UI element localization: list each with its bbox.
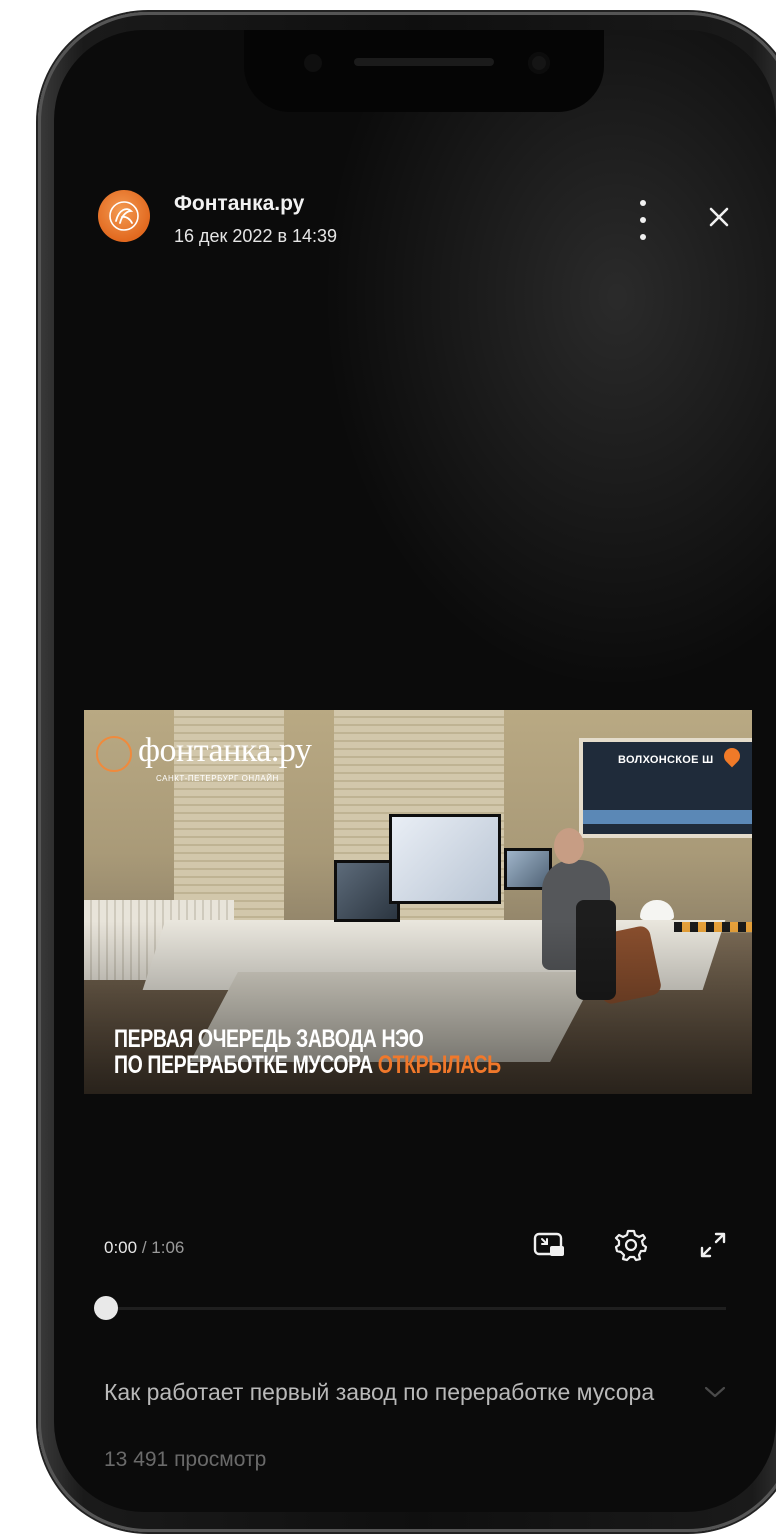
fontanka-logo-icon xyxy=(96,736,132,772)
more-vertical-icon[interactable] xyxy=(636,200,650,240)
video-player[interactable]: фонтанка.ру САНКТ-ПЕТЕРБУРГ ОНЛАЙН ВОЛХО… xyxy=(84,710,752,1094)
channel-name[interactable]: Фонтанка.ру xyxy=(174,192,304,216)
progress-bar[interactable] xyxy=(106,1307,726,1310)
duration: 1:06 xyxy=(151,1238,185,1257)
video-watermark-logo: фонтанка.ру xyxy=(96,732,312,772)
video-headline-accent: ОТКРЫЛАСЬ xyxy=(377,1051,501,1079)
video-logo-subtitle: САНКТ-ПЕТЕРБУРГ ОНЛАЙН xyxy=(156,774,279,783)
close-icon[interactable] xyxy=(704,202,734,232)
fontanka-logo-icon xyxy=(109,201,139,231)
time-separator: / xyxy=(137,1238,152,1257)
video-headline-line2: ПО ПЕРЕРАБОТКЕ МУСОРА ОТКРЫЛАСЬ xyxy=(114,1052,501,1078)
video-location-label: ВОЛХОНСКОЕ Ш xyxy=(618,754,714,766)
post-date: 16 дек 2022 в 14:39 xyxy=(174,226,338,246)
video-scene-operator-head xyxy=(554,828,584,864)
video-headline: ПЕРВАЯ ОЧЕРЕДЬ ЗАВОДА НЭО ПО ПЕРЕРАБОТКЕ… xyxy=(114,1026,501,1078)
settings-gear-icon[interactable] xyxy=(612,1226,650,1264)
channel-avatar[interactable] xyxy=(98,190,150,242)
current-time: 0:00 xyxy=(104,1238,138,1257)
proximity-sensor xyxy=(304,54,322,72)
chevron-down-icon[interactable] xyxy=(702,1382,728,1402)
playback-time: 0:00 / 1:06 xyxy=(104,1238,184,1258)
view-count: 13 491 просмотр xyxy=(104,1448,267,1471)
progress-scrubber[interactable] xyxy=(94,1296,118,1320)
picture-in-picture-icon[interactable] xyxy=(530,1226,568,1264)
earpiece-speaker xyxy=(354,58,494,66)
front-camera xyxy=(528,52,550,74)
video-headline-line2-prefix: ПО ПЕРЕРАБОТКЕ МУСОРА xyxy=(114,1051,378,1079)
fullscreen-expand-icon[interactable] xyxy=(694,1226,732,1264)
video-headline-line1: ПЕРВАЯ ОЧЕРЕДЬ ЗАВОДА НЭО xyxy=(114,1025,424,1053)
video-scene-monitor xyxy=(389,814,501,904)
video-logo-text: фонтанка.ру xyxy=(138,732,312,769)
video-title: Как работает первый завод по переработке… xyxy=(104,1379,655,1405)
phone-screen: Фонтанка.ру 16 дек 2022 в 14:39 фонтанка… xyxy=(54,30,776,1512)
phone-notch xyxy=(244,30,604,112)
